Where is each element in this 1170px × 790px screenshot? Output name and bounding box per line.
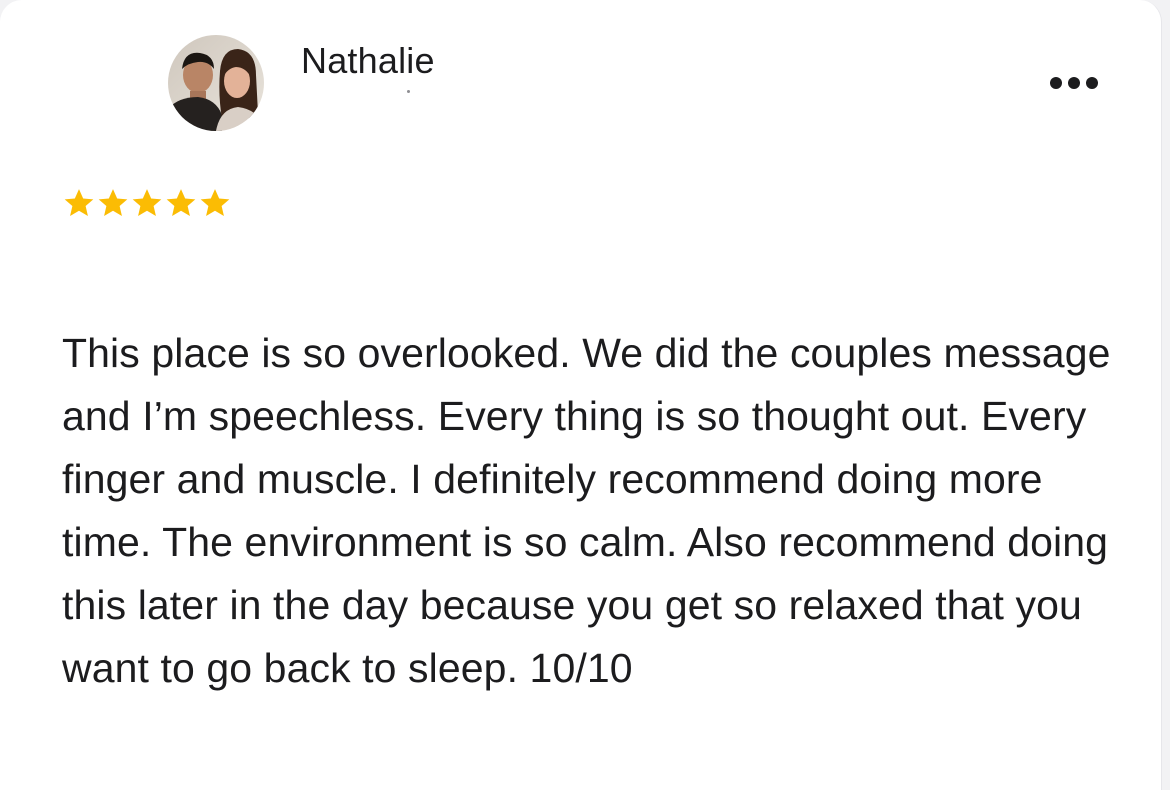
review-card: Nathalie This place is so overlooked. We… xyxy=(0,0,1162,790)
more-options-button[interactable] xyxy=(1044,68,1104,98)
avatar-photo-icon xyxy=(168,35,264,131)
reviewer-name[interactable]: Nathalie xyxy=(301,40,435,82)
reviewer-avatar[interactable] xyxy=(168,35,264,131)
star-icon xyxy=(64,189,94,217)
review-body: This place is so overlooked. We did the … xyxy=(62,330,1111,691)
ellipsis-horizontal-icon xyxy=(1050,77,1098,89)
star-icon xyxy=(132,189,162,217)
reviewer-meta-dot xyxy=(407,90,410,93)
star-icon xyxy=(98,189,128,217)
star-icon xyxy=(200,189,230,217)
star-rating xyxy=(62,186,232,220)
star-icon xyxy=(166,189,196,217)
